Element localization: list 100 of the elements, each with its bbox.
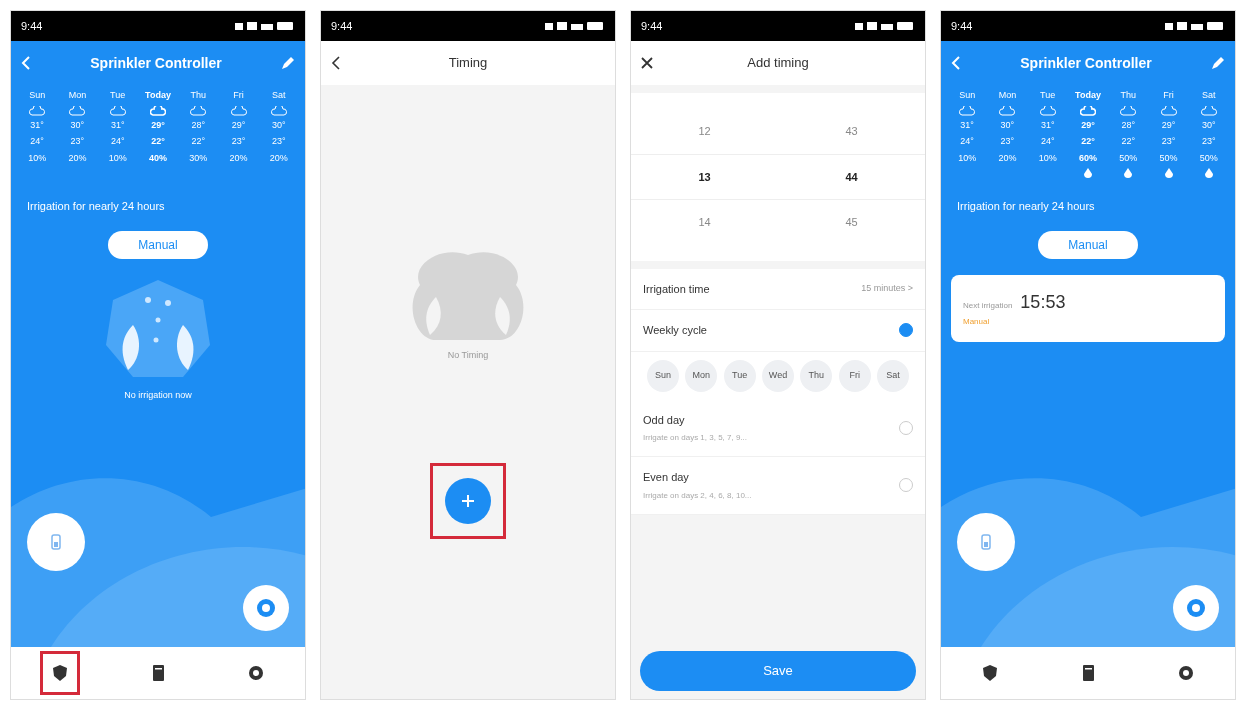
plus-icon bbox=[462, 494, 474, 507]
low-temp: 22° bbox=[191, 135, 206, 148]
status-time: 9:44 bbox=[951, 18, 973, 34]
high-temp: 30° bbox=[272, 118, 286, 132]
cloud-icon bbox=[270, 105, 287, 116]
rain-chance: 50% bbox=[1159, 151, 1178, 165]
high-temp: 31° bbox=[1040, 118, 1055, 132]
status-time: 9:44 bbox=[641, 18, 663, 34]
weekday-chip[interactable]: Fri bbox=[838, 359, 871, 392]
irrigation-status: Irrigation for nearly 24 hours bbox=[26, 199, 166, 214]
low-temp: 22° bbox=[1081, 135, 1095, 148]
minute-value: 43 bbox=[845, 124, 858, 139]
cloud-icon bbox=[959, 105, 976, 116]
day-label: Today bbox=[145, 89, 171, 102]
high-temp: 31° bbox=[110, 118, 125, 132]
low-temp: 23° bbox=[1000, 135, 1015, 148]
weekday-chip[interactable]: Sun bbox=[647, 359, 679, 392]
cloud-icon bbox=[190, 105, 207, 116]
day-label: Fri bbox=[1163, 89, 1174, 102]
manual-button[interactable]: Manual bbox=[1038, 230, 1138, 259]
weekday-chip[interactable]: Sat bbox=[876, 359, 909, 392]
cloud-icon bbox=[1200, 105, 1217, 116]
weekday-chip[interactable]: Tue bbox=[723, 359, 756, 392]
disc-icon bbox=[1186, 598, 1206, 618]
add-button[interactable] bbox=[445, 477, 491, 524]
high-temp: 29° bbox=[1081, 118, 1095, 132]
status-icons bbox=[1165, 21, 1225, 31]
low-temp: 23° bbox=[70, 135, 85, 148]
weekday-chip[interactable]: Mon bbox=[685, 359, 718, 392]
high-temp: 29° bbox=[231, 118, 246, 132]
rain-chance: 40% bbox=[149, 151, 167, 165]
low-temp: 23° bbox=[1202, 135, 1216, 148]
rain-gauge-icon bbox=[50, 534, 62, 550]
close-icon[interactable] bbox=[641, 57, 653, 69]
irrigation-status: Irrigation for nearly 24 hours bbox=[956, 199, 1096, 214]
low-temp: 24° bbox=[110, 135, 125, 148]
day-label: Tue bbox=[1040, 89, 1056, 102]
disc-icon bbox=[256, 598, 276, 618]
cloud-icon bbox=[109, 105, 126, 116]
timer-label: Next irrigation bbox=[963, 299, 1013, 312]
setting-label: Irrigation time bbox=[643, 281, 710, 297]
option-hint: Irrigate on days 2, 4, 6, 8, 10... bbox=[643, 489, 752, 502]
day-label: Fri bbox=[233, 89, 244, 102]
hour-value: 13 bbox=[698, 169, 711, 185]
rain-chance: 20% bbox=[269, 151, 288, 165]
settings-icon bbox=[1178, 664, 1194, 682]
hour-value: 12 bbox=[698, 124, 711, 139]
rain-chance: 30% bbox=[189, 151, 208, 165]
cloud-icon bbox=[1080, 105, 1096, 116]
time-picker[interactable]: 12 43 13 44 14 45 bbox=[631, 93, 925, 261]
day-label: Mon bbox=[998, 89, 1017, 102]
option-label: Odd day bbox=[643, 412, 686, 428]
status-icons bbox=[545, 21, 605, 31]
rain-chance: 20% bbox=[998, 151, 1017, 165]
day-label: Mon bbox=[68, 89, 87, 102]
low-temp: 24° bbox=[30, 135, 44, 148]
weekday-chip[interactable]: Wed bbox=[762, 359, 794, 392]
rain-chance: 50% bbox=[1119, 151, 1138, 165]
manual-button[interactable]: Manual bbox=[108, 230, 208, 259]
screen-title: Sprinkler Controller bbox=[90, 53, 222, 73]
setting-label: Weekly cycle bbox=[643, 323, 707, 338]
settings-icon bbox=[248, 664, 264, 682]
hour-value: 14 bbox=[698, 215, 711, 230]
option-hint: Irrigate on days 1, 3, 5, 7, 9... bbox=[643, 432, 748, 444]
screen-title: Timing bbox=[448, 54, 488, 73]
low-temp: 24° bbox=[960, 135, 974, 148]
low-temp: 22° bbox=[1121, 135, 1136, 148]
high-temp: 29° bbox=[1161, 118, 1176, 132]
high-temp: 28° bbox=[1121, 118, 1136, 132]
high-temp: 31° bbox=[30, 118, 44, 132]
screen-title: Sprinkler Controller bbox=[1020, 53, 1152, 73]
radio-button[interactable] bbox=[899, 323, 913, 338]
rain-chance: 10% bbox=[108, 151, 127, 165]
day-label: Thu bbox=[1120, 89, 1137, 102]
timer-time: 15:53 bbox=[1020, 290, 1066, 314]
rain-chance: 10% bbox=[958, 151, 977, 165]
screen-title: Add timing bbox=[747, 54, 809, 73]
option-label: Even day bbox=[643, 470, 690, 485]
day-label: Sat bbox=[272, 89, 286, 102]
low-temp: 22° bbox=[151, 135, 165, 148]
day-label: Today bbox=[1075, 89, 1101, 102]
pencil-icon[interactable] bbox=[1211, 56, 1225, 70]
rain-chance: 10% bbox=[1038, 151, 1057, 165]
cloud-icon bbox=[1120, 105, 1137, 116]
rain-chance: 20% bbox=[68, 151, 87, 165]
weekday-chip[interactable]: Thu bbox=[800, 359, 833, 392]
idle-message: No irrigation now bbox=[124, 388, 192, 402]
high-temp: 30° bbox=[1202, 118, 1216, 132]
shield-icon bbox=[982, 664, 998, 682]
day-label: Thu bbox=[190, 89, 207, 102]
rain-gauge-icon bbox=[980, 534, 992, 550]
cloud-icon bbox=[999, 105, 1016, 116]
status-time: 9:44 bbox=[331, 18, 353, 34]
shield-icon bbox=[52, 664, 68, 682]
day-label: Sun bbox=[959, 89, 976, 102]
cloud-icon bbox=[230, 105, 247, 116]
nav-tab[interactable] bbox=[40, 651, 80, 695]
back-icon[interactable] bbox=[331, 56, 341, 70]
pencil-icon[interactable] bbox=[281, 56, 295, 70]
cloud-icon bbox=[29, 105, 46, 116]
